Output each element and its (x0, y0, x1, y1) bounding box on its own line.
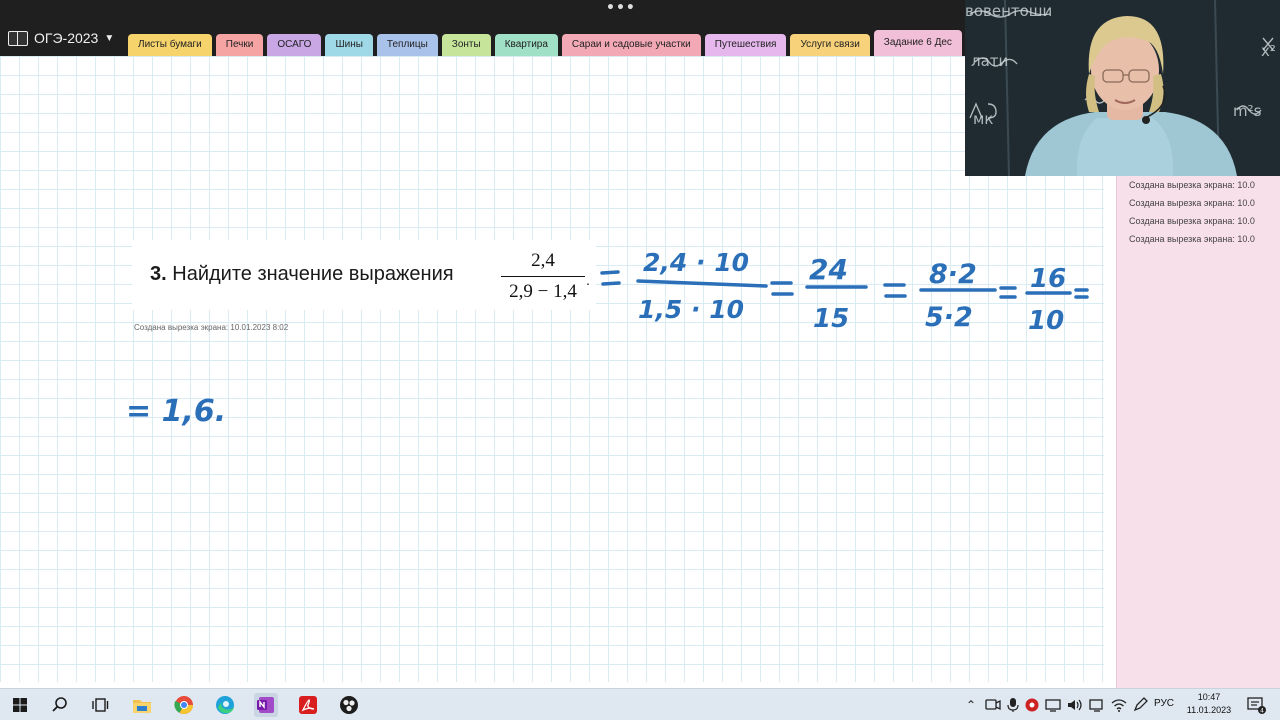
notification-count: 4 (1260, 708, 1264, 715)
chevron-up-icon[interactable]: ⌃ (962, 698, 980, 712)
volume-icon[interactable] (1066, 697, 1084, 713)
microphone-icon[interactable] (1006, 697, 1020, 713)
obs-icon[interactable] (337, 693, 361, 717)
board-word: мк (973, 110, 993, 128)
step4-numerator: 16 (1030, 264, 1066, 294)
notification-center-icon[interactable]: 4 (1244, 693, 1268, 717)
step1-numerator: 2,4 · 10 (643, 248, 749, 277)
edge-icon[interactable] (213, 693, 237, 717)
page-list-item[interactable]: Создана вырезка экрана: 10.0 (1129, 216, 1255, 226)
pen-icon[interactable] (1132, 697, 1150, 713)
page-list-item[interactable]: Создана вырезка экрана: 10.0 (1129, 198, 1255, 208)
search-icon[interactable] (48, 693, 72, 717)
meet-now-icon[interactable] (984, 697, 1002, 713)
page-list-item[interactable]: Создана вырезка экрана: 10.0 (1129, 180, 1255, 190)
step2-numerator: 24 (809, 253, 848, 286)
board-word: лати (971, 52, 1008, 70)
step2-denominator: 15 (813, 304, 849, 334)
onenote-icon[interactable] (254, 693, 278, 717)
step3-denominator: 5·2 (925, 302, 973, 333)
task-view-icon[interactable] (88, 693, 112, 717)
record-icon[interactable] (1024, 697, 1040, 713)
equals-sign-1b (601, 281, 621, 286)
system-tray: ⌃ (962, 689, 1150, 720)
wifi-icon[interactable] (1110, 697, 1128, 713)
monitor-icon[interactable] (1044, 697, 1062, 713)
input-language[interactable]: РУС (1154, 698, 1174, 709)
webcam-overlay: вовентоши лати мк m²s x² (965, 0, 1280, 176)
page-list-item[interactable]: Создана вырезка экрана: 10.0 (1129, 234, 1255, 244)
clock-date: 11.01.2023 (1186, 705, 1232, 715)
board-word: m²s (1233, 102, 1262, 120)
step4-denominator: 10 (1028, 306, 1064, 336)
step3-numerator: 8·2 (929, 259, 977, 290)
taskbar: ⌃ РУС 10:47 11.01.2023 4 (0, 688, 1280, 720)
fraction-line-1 (636, 279, 768, 288)
windows-start-icon[interactable] (8, 693, 32, 717)
acrobat-icon[interactable] (296, 693, 320, 717)
equals-sign-1a (600, 270, 620, 275)
final-result: = 1,6. (126, 394, 226, 429)
system-clock[interactable]: 10:47 11.01.2023 (1184, 691, 1234, 717)
onenote-window: ••• ОГЭ-2023 ▼ Листы бумаги Печки ОСАГО Шин… (0, 0, 1280, 720)
webcam-video: вовентоши лати мк m²s x² (965, 0, 1280, 176)
board-word: x² (1261, 42, 1276, 60)
file-explorer-icon[interactable] (130, 693, 154, 717)
step1-denominator: 1,5 · 10 (638, 295, 744, 324)
board-word: вовентоши (965, 2, 1052, 20)
clock-time: 10:47 (1197, 692, 1221, 702)
chrome-icon[interactable] (172, 693, 196, 717)
network-icon[interactable] (1088, 697, 1106, 713)
